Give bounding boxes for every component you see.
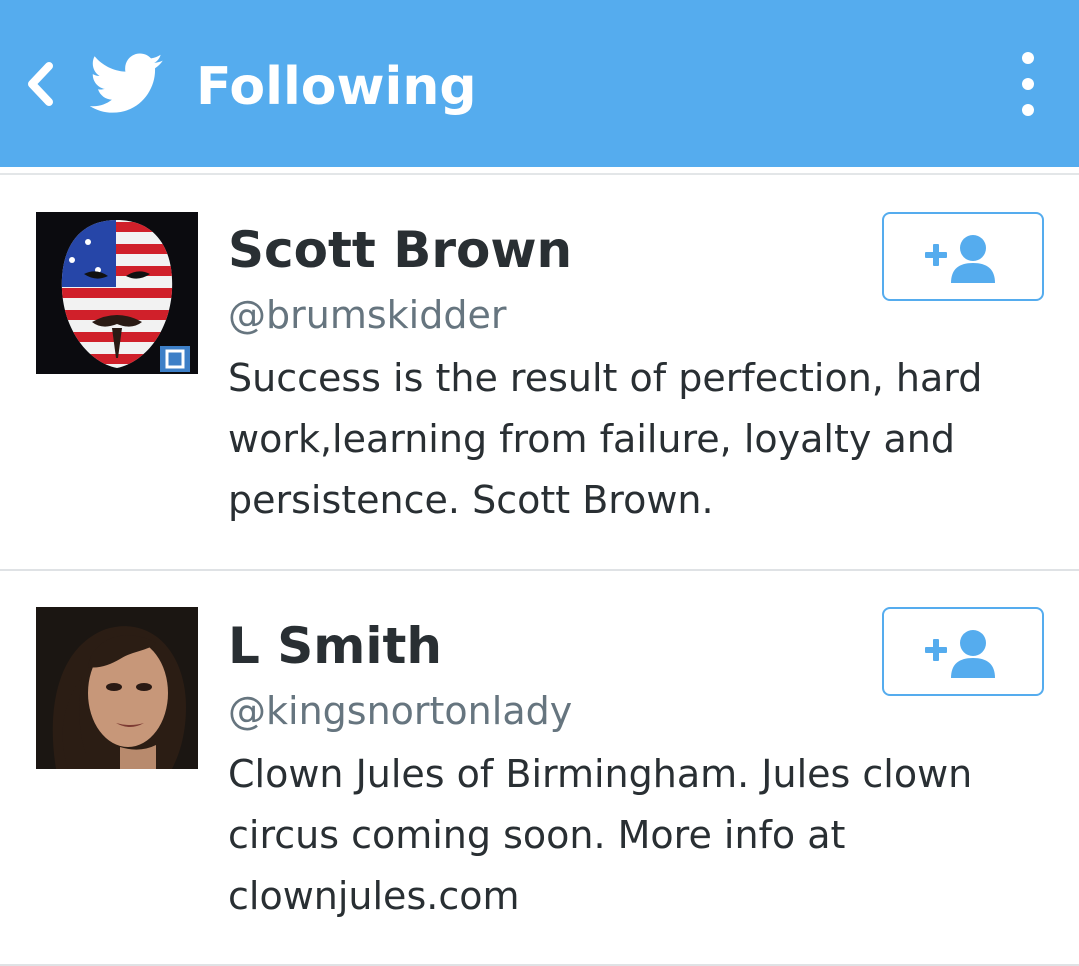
user-bio: Success is the result of perfection, har… (228, 356, 983, 522)
add-user-icon (925, 234, 995, 283)
action-bar: Following (0, 0, 1079, 167)
user-name: Scott Brown (228, 221, 573, 279)
user-handle: @brumskidder (228, 293, 507, 337)
follow-button[interactable] (882, 212, 1044, 301)
woman-portrait-avatar-image (36, 607, 198, 769)
user-list-item[interactable]: Scott Brown @brumskidder Success is the … (0, 175, 1079, 569)
follow-button[interactable] (882, 607, 1044, 696)
action-bar-shadow (0, 167, 1079, 175)
overflow-menu-button[interactable] (1004, 46, 1054, 122)
twitter-bird-icon (89, 52, 164, 116)
page-title: Following (196, 57, 477, 117)
back-button[interactable] (12, 50, 68, 118)
user-name: L Smith (228, 617, 443, 675)
chevron-left-icon (28, 62, 53, 106)
user-avatar[interactable] (36, 607, 198, 769)
user-bio: Clown Jules of Birmingham. Jules clown c… (228, 752, 973, 918)
user-list-item[interactable]: L Smith @kingsnortonlady Clown Jules of … (0, 571, 1079, 964)
add-user-icon (925, 629, 995, 678)
app-screen: Following Scott Brown @brumskidder Succe… (0, 0, 1079, 966)
user-handle: @kingsnortonlady (228, 689, 573, 733)
mask-avatar-image (36, 212, 198, 374)
user-avatar[interactable] (36, 212, 198, 374)
